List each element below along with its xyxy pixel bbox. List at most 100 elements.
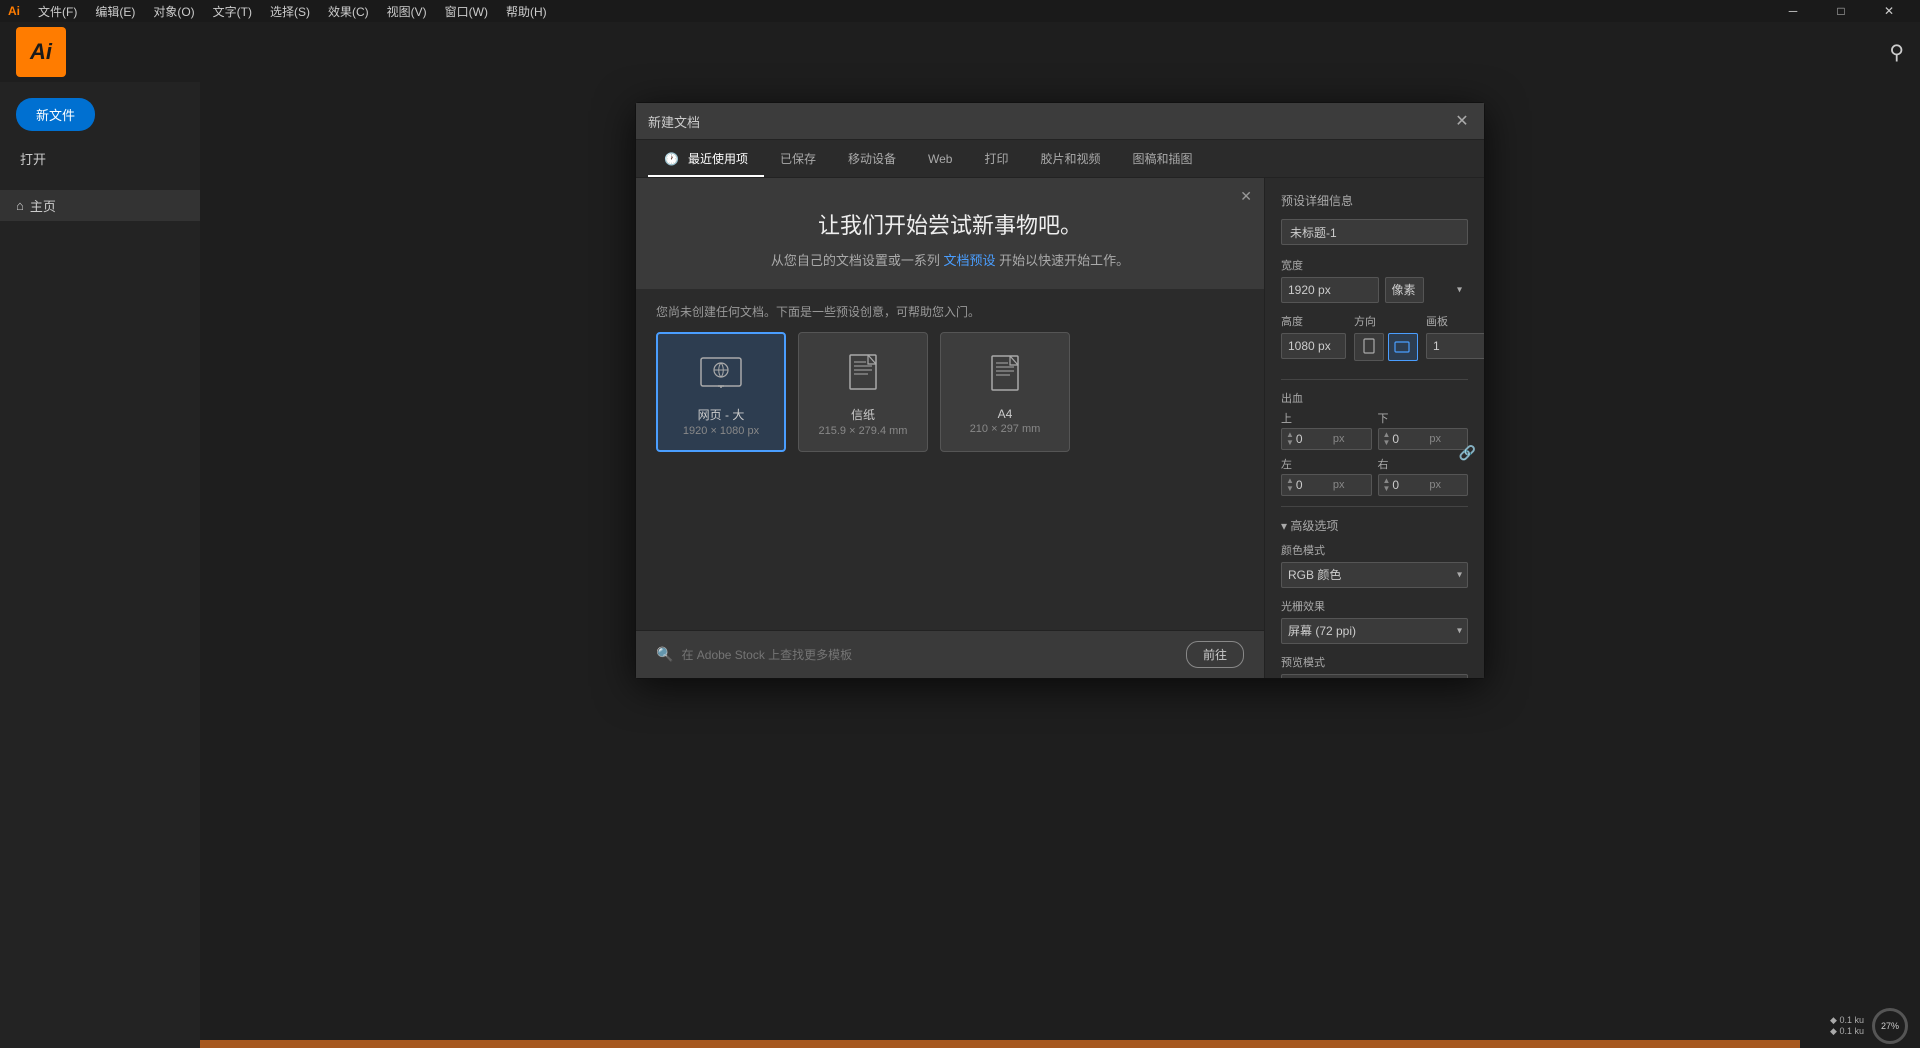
perf-line2: ◆ 0.1 ku bbox=[1830, 1026, 1864, 1037]
dialog-title-close-button[interactable]: ✕ bbox=[1452, 111, 1472, 131]
width-input[interactable] bbox=[1281, 277, 1379, 303]
restore-button[interactable]: □ bbox=[1818, 0, 1864, 22]
search-icon-header[interactable]: ⚲ bbox=[1889, 40, 1904, 65]
tab-illustration[interactable]: 图稿和插图 bbox=[1117, 140, 1209, 177]
dialog-right-panel: 预设详细信息 宽度 像素 毫米 厘米 英寸 bbox=[1264, 178, 1484, 678]
home-nav-item[interactable]: ⌂ 主页 bbox=[0, 190, 200, 221]
main-layout: 新文件 打开 ⌂ 主页 新建文档 ✕ 🕐 最近使用项 bbox=[0, 82, 1920, 1048]
orientation-group bbox=[1354, 333, 1418, 361]
advanced-toggle-label: ▾ 高级选项 bbox=[1281, 517, 1338, 534]
bleed-left-label: 左 bbox=[1281, 456, 1372, 472]
bleed-link-icon[interactable]: 🔗 bbox=[1459, 445, 1476, 462]
preview-mode-select[interactable]: 默认值 像素 叠印 bbox=[1281, 674, 1468, 678]
new-file-button[interactable]: 新文件 bbox=[16, 98, 95, 131]
dialog-left-panel: ✕ 让我们开始尝试新事物吧。 从您自己的文档设置或一系列 文档预设 开始以快速开… bbox=[636, 178, 1264, 678]
perf-text: ◆ 0.1 ku ◆ 0.1 ku bbox=[1830, 1015, 1864, 1037]
bleed-left-input-wrap: ▲▼ px bbox=[1281, 474, 1372, 496]
height-label: 高度 bbox=[1281, 313, 1346, 329]
template-a4[interactable]: A4 210 × 297 mm bbox=[940, 332, 1070, 452]
menu-window[interactable]: 窗口(W) bbox=[437, 1, 496, 22]
raster-select[interactable]: 屏幕 (72 ppi) 中 (150 ppi) 高 (300 ppi) bbox=[1281, 618, 1468, 644]
bleed-top-label: 上 bbox=[1281, 410, 1372, 426]
dialog-title-bar: 新建文档 ✕ bbox=[636, 103, 1484, 140]
color-mode-select[interactable]: RGB 颜色 CMYK 颜色 bbox=[1281, 562, 1468, 588]
menu-text[interactable]: 文字(T) bbox=[205, 1, 260, 22]
bleed-bottom-arrows[interactable]: ▲▼ bbox=[1383, 431, 1391, 447]
dialog-tabs: 🕐 最近使用项 已保存 移动设备 Web 打印 胶片和视频 图稿和插图 bbox=[636, 140, 1484, 178]
menu-select[interactable]: 选择(S) bbox=[262, 1, 318, 22]
open-button[interactable]: 打开 bbox=[16, 147, 184, 170]
preset-details-title: 预设详细信息 bbox=[1281, 192, 1468, 209]
artboards-input[interactable] bbox=[1426, 333, 1484, 359]
status-bar: ◆ 0.1 ku ◆ 0.1 ku 27% bbox=[1818, 1004, 1920, 1048]
templates-hint: 您尚未创建任何文档。下面是一些预设创意，可帮助您入门。 bbox=[656, 303, 1244, 320]
menu-help[interactable]: 帮助(H) bbox=[498, 1, 555, 22]
template-web-large[interactable]: 网页 - 大 1920 × 1080 px bbox=[656, 332, 786, 452]
sidebar: 新文件 打开 ⌂ 主页 bbox=[0, 82, 200, 1048]
stock-search-go-button[interactable]: 前往 bbox=[1186, 641, 1244, 668]
bleed-left-unit: px bbox=[1333, 479, 1345, 491]
ai-logo: Ai bbox=[16, 27, 66, 77]
welcome-title: 让我们开始尝试新事物吧。 bbox=[676, 208, 1224, 240]
template-letter-name: 信纸 bbox=[851, 406, 875, 423]
advanced-toggle[interactable]: ▾ 高级选项 bbox=[1281, 517, 1468, 534]
template-letter[interactable]: 信纸 215.9 × 279.4 mm bbox=[798, 332, 928, 452]
preview-mode-label: 预览模式 bbox=[1281, 654, 1468, 670]
bleed-bottom-label: 下 bbox=[1378, 410, 1469, 426]
welcome-subtitle: 从您自己的文档设置或一系列 文档预设 开始以快速开始工作。 bbox=[676, 250, 1224, 269]
welcome-close-button[interactable]: ✕ bbox=[1240, 188, 1252, 205]
content-area: 新建文档 ✕ 🕐 最近使用项 已保存 移动设备 Web 打印 胶片和视频 图稿和… bbox=[200, 82, 1920, 1048]
artboards-group: 画板 bbox=[1426, 313, 1484, 359]
bleed-left-input[interactable] bbox=[1296, 475, 1331, 495]
welcome-banner: ✕ 让我们开始尝试新事物吧。 从您自己的文档设置或一系列 文档预设 开始以快速开… bbox=[636, 178, 1264, 289]
tab-recent[interactable]: 🕐 最近使用项 bbox=[648, 140, 764, 177]
bleed-left-arrows[interactable]: ▲▼ bbox=[1286, 477, 1294, 493]
menu-effect[interactable]: 效果(C) bbox=[320, 1, 377, 22]
width-label: 宽度 bbox=[1281, 257, 1468, 273]
modal-backdrop: 新建文档 ✕ 🕐 最近使用项 已保存 移动设备 Web 打印 胶片和视频 图稿和… bbox=[200, 82, 1920, 1048]
template-web-large-name: 网页 - 大 bbox=[698, 406, 745, 423]
close-window-button[interactable]: ✕ bbox=[1866, 0, 1912, 22]
bleed-left-right-row: 左 ▲▼ px 右 bbox=[1281, 456, 1468, 496]
tab-film[interactable]: 胶片和视频 bbox=[1024, 140, 1116, 177]
templates-grid: 网页 - 大 1920 × 1080 px bbox=[656, 332, 1244, 452]
stock-search-input[interactable] bbox=[681, 648, 1178, 662]
minimize-button[interactable]: ─ bbox=[1770, 0, 1816, 22]
height-orientation-row: 高度 方向 bbox=[1281, 313, 1468, 369]
bleed-right-label: 右 bbox=[1378, 456, 1469, 472]
bleed-bottom-unit: px bbox=[1429, 433, 1441, 445]
window-controls: ─ □ ✕ bbox=[1770, 0, 1912, 22]
height-input[interactable] bbox=[1281, 333, 1346, 359]
menu-file[interactable]: 文件(F) bbox=[30, 1, 85, 22]
menu-view[interactable]: 视图(V) bbox=[379, 1, 435, 22]
home-icon: ⌂ bbox=[16, 198, 24, 213]
template-web-large-size: 1920 × 1080 px bbox=[683, 425, 759, 437]
bleed-top-input[interactable] bbox=[1296, 429, 1331, 449]
menu-edit[interactable]: 编辑(E) bbox=[87, 1, 143, 22]
bleed-right-input[interactable] bbox=[1392, 475, 1427, 495]
landscape-button[interactable] bbox=[1388, 333, 1418, 361]
document-name-input[interactable] bbox=[1281, 219, 1468, 245]
portrait-button[interactable] bbox=[1354, 333, 1384, 361]
tab-web[interactable]: Web bbox=[912, 140, 968, 177]
bleed-right-arrows[interactable]: ▲▼ bbox=[1383, 477, 1391, 493]
orientation-label: 方向 bbox=[1354, 313, 1418, 329]
tab-mobile[interactable]: 移动设备 bbox=[832, 140, 912, 177]
perf-line1: ◆ 0.1 ku bbox=[1830, 1015, 1864, 1026]
bleed-top-unit: px bbox=[1333, 433, 1345, 445]
welcome-subtitle-post: 开始以快速开始工作。 bbox=[999, 253, 1129, 268]
preview-mode-row: 默认值 像素 叠印 bbox=[1281, 674, 1468, 678]
color-mode-row: RGB 颜色 CMYK 颜色 bbox=[1281, 562, 1468, 588]
bleed-right-unit: px bbox=[1429, 479, 1441, 491]
tab-saved[interactable]: 已保存 bbox=[764, 140, 832, 177]
color-mode-label: 颜色模式 bbox=[1281, 542, 1468, 558]
unit-select[interactable]: 像素 毫米 厘米 英寸 bbox=[1385, 277, 1424, 303]
tab-print[interactable]: 打印 bbox=[968, 140, 1024, 177]
bleed-right-field: 右 ▲▼ px bbox=[1378, 456, 1469, 496]
bleed-bottom-input[interactable] bbox=[1392, 429, 1427, 449]
menu-object[interactable]: 对象(O) bbox=[145, 1, 202, 22]
raster-row: 屏幕 (72 ppi) 中 (150 ppi) 高 (300 ppi) bbox=[1281, 618, 1468, 644]
welcome-link[interactable]: 文档预设 bbox=[943, 253, 995, 268]
bleed-bottom-field: 下 ▲▼ px bbox=[1378, 410, 1469, 450]
bleed-top-arrows[interactable]: ▲▼ bbox=[1286, 431, 1294, 447]
